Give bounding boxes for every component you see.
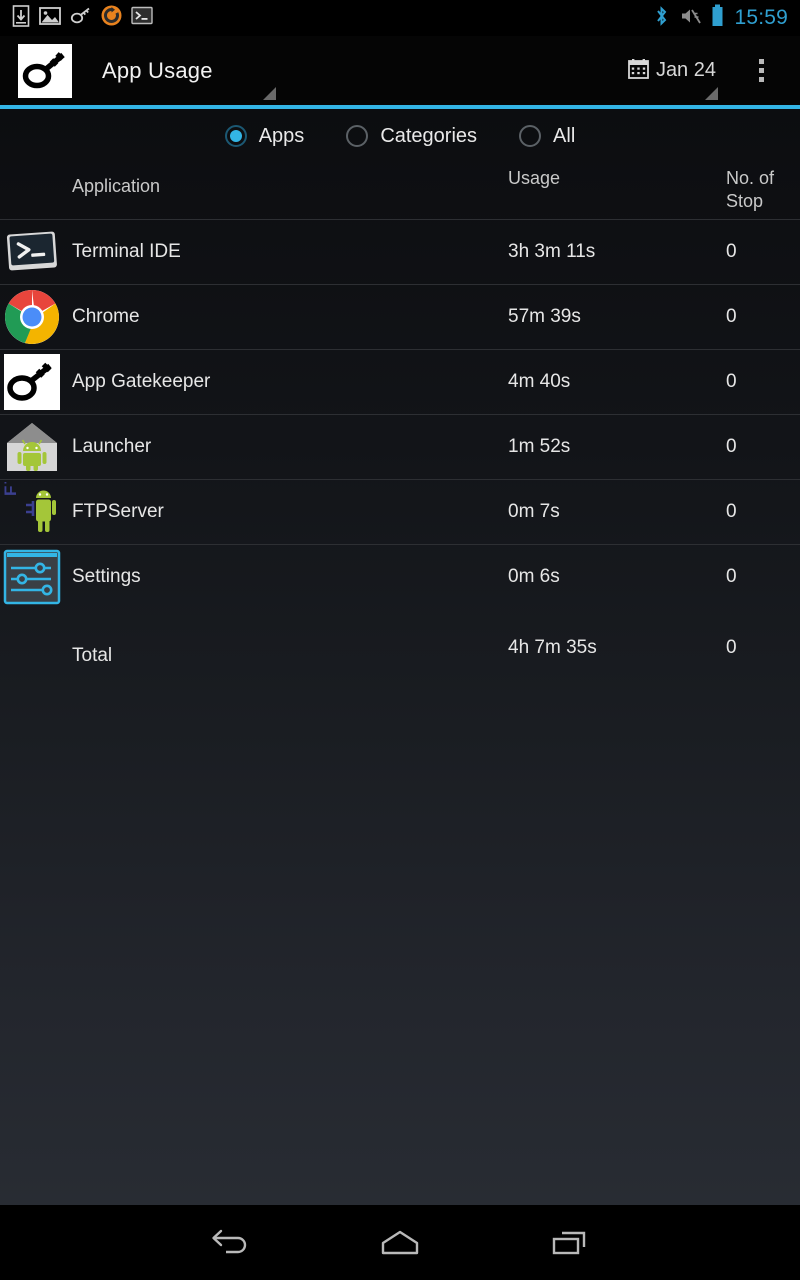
table-header-row: Application Usage No. of Stop bbox=[0, 163, 800, 219]
table-total-row: Total 4h 7m 35s 0 bbox=[0, 609, 800, 669]
cell-stops: 0 bbox=[726, 306, 737, 327]
home-icon[interactable] bbox=[315, 1205, 485, 1280]
cell-stops: 0 bbox=[726, 436, 737, 457]
column-header-stops[interactable]: No. of Stop bbox=[726, 167, 800, 213]
cell-total-usage: 4h 7m 35s bbox=[508, 637, 597, 658]
settings-icon bbox=[2, 547, 62, 607]
cell-application: FTPServer bbox=[72, 501, 164, 522]
cell-total-label: Total bbox=[72, 645, 113, 666]
overflow-dot bbox=[758, 68, 764, 73]
page-title: App Usage bbox=[102, 57, 213, 83]
download-icon bbox=[12, 4, 30, 32]
action-bar: App Usage Jan 24 bbox=[0, 36, 800, 105]
status-bar-clock: 15:59 bbox=[734, 6, 788, 29]
cell-stops: 0 bbox=[726, 241, 737, 262]
terminal-ide-icon bbox=[2, 222, 62, 282]
title-spinner-indicator[interactable] bbox=[263, 87, 276, 100]
cell-application: Terminal IDE bbox=[72, 241, 181, 262]
radio-label: Categories bbox=[380, 124, 478, 147]
status-bar-system-icons: 15:59 bbox=[654, 4, 788, 32]
cell-usage: 0m 6s bbox=[508, 566, 560, 587]
ftpserver-icon: FTP bbox=[1, 460, 62, 542]
app-usage-table: Application Usage No. of Stop Terminal I… bbox=[0, 163, 800, 669]
bluetooth-icon bbox=[654, 5, 669, 32]
status-bar: 15:59 bbox=[0, 0, 800, 36]
cell-application: Settings bbox=[72, 566, 141, 587]
radio-circle-icon bbox=[346, 125, 369, 147]
radio-circle-icon bbox=[519, 125, 542, 147]
key-icon bbox=[70, 6, 92, 31]
cell-stops: 0 bbox=[726, 371, 737, 392]
cell-usage: 57m 39s bbox=[508, 306, 581, 327]
calendar-icon bbox=[628, 58, 649, 84]
radio-label: Apps bbox=[258, 124, 305, 147]
launcher-icon bbox=[2, 417, 62, 477]
date-spinner-indicator[interactable] bbox=[705, 87, 718, 100]
cell-usage: 4m 40s bbox=[508, 371, 571, 392]
status-bar-notification-icons bbox=[12, 4, 153, 32]
cell-application: Launcher bbox=[72, 436, 152, 457]
battery-icon bbox=[711, 4, 724, 32]
column-header-application[interactable]: Application bbox=[72, 175, 160, 198]
radio-circle-icon bbox=[224, 125, 247, 147]
date-label: Jan 24 bbox=[655, 59, 716, 81]
table-row[interactable]: Settings 0m 6s 0 bbox=[0, 544, 800, 609]
column-header-usage[interactable]: Usage bbox=[508, 167, 560, 190]
cell-usage: 1m 52s bbox=[508, 436, 571, 457]
overflow-dot bbox=[758, 59, 764, 64]
cell-total-stops: 0 bbox=[726, 637, 737, 658]
terminal-icon bbox=[131, 6, 153, 30]
table-row[interactable]: Terminal IDE 3h 3m 11s 0 bbox=[0, 219, 800, 284]
cell-application: App Gatekeeper bbox=[72, 371, 211, 392]
cell-stops: 0 bbox=[726, 566, 737, 587]
app-gatekeeper-icon bbox=[2, 352, 62, 412]
overflow-dot bbox=[758, 77, 764, 82]
radio-option-categories[interactable]: Categories bbox=[346, 125, 477, 148]
table-row[interactable]: FTP bbox=[0, 460, 800, 544]
content-area: Apps Categories All Application Usage No… bbox=[0, 109, 800, 1205]
filter-radio-group: Apps Categories All bbox=[0, 109, 800, 163]
cell-usage: 3h 3m 11s bbox=[508, 241, 596, 262]
image-icon bbox=[39, 6, 61, 31]
radio-option-apps[interactable]: Apps bbox=[224, 124, 305, 148]
navigation-bar bbox=[0, 1205, 800, 1280]
table-row[interactable]: Launcher 1m 52s 0 bbox=[0, 414, 800, 479]
back-icon[interactable] bbox=[145, 1205, 315, 1280]
svg-text:FTP: FTP bbox=[2, 482, 20, 496]
cell-stops: 0 bbox=[726, 501, 737, 522]
android-screen: 15:59 App Usage Jan 24 Apps Categories A… bbox=[0, 0, 800, 1280]
cell-application: Chrome bbox=[72, 306, 140, 327]
chrome-icon bbox=[2, 287, 62, 347]
radio-label: All bbox=[553, 124, 576, 147]
recents-icon[interactable] bbox=[485, 1205, 655, 1280]
app-gatekeeper-key-icon[interactable] bbox=[18, 43, 72, 98]
date-selector[interactable]: Jan 24 bbox=[628, 36, 716, 105]
table-row[interactable]: App Gatekeeper 4m 40s 0 bbox=[0, 349, 800, 414]
cell-usage: 0m 7s bbox=[508, 501, 560, 522]
table-row[interactable]: Chrome 57m 39s 0 bbox=[0, 284, 800, 349]
overflow-menu-icon[interactable] bbox=[744, 36, 778, 105]
volume-muted-icon bbox=[679, 6, 702, 31]
radio-option-all[interactable]: All bbox=[519, 125, 575, 148]
sync-icon bbox=[101, 5, 122, 31]
